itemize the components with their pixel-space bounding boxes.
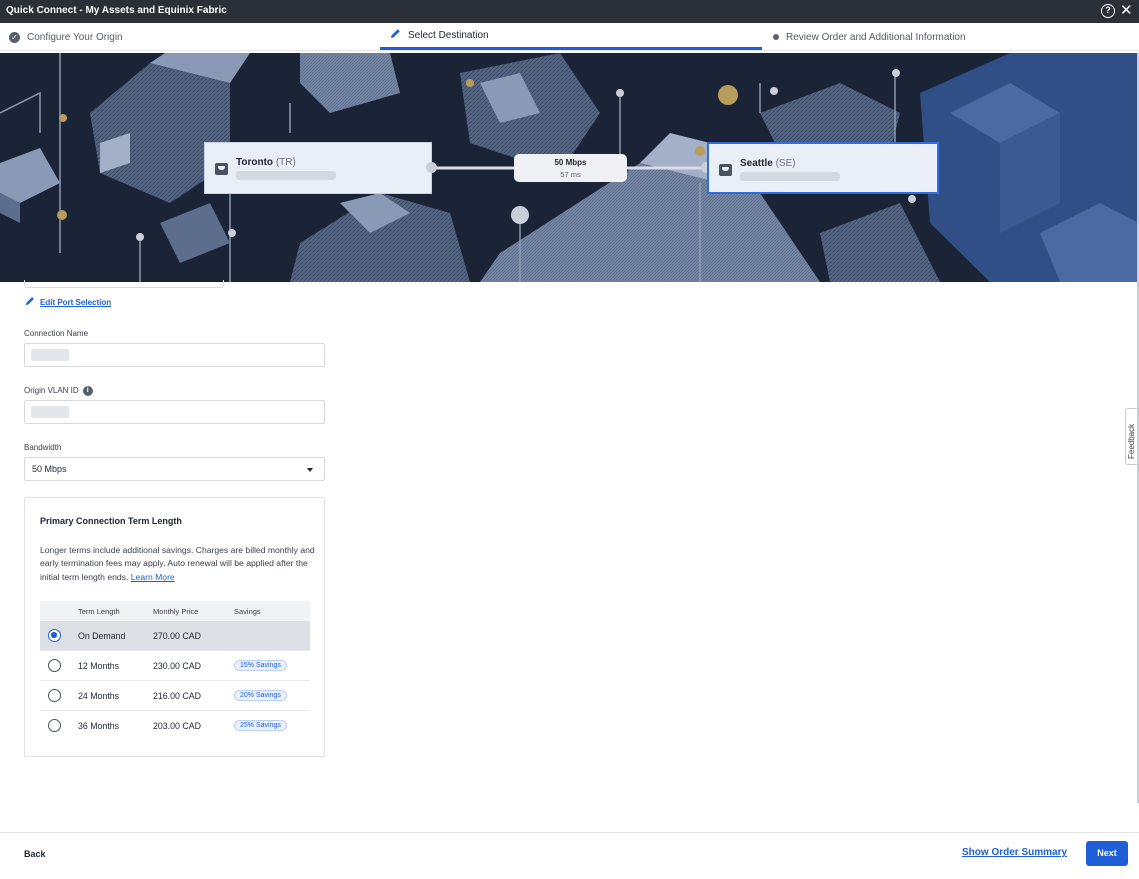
connection-name-input[interactable]	[24, 343, 325, 367]
redacted-value	[31, 349, 69, 361]
step-configure-origin[interactable]: ✓ Configure Your Origin	[9, 23, 123, 51]
redacted-value	[31, 406, 69, 418]
step-label: Review Order and Additional Information	[786, 31, 966, 43]
connection-name-label: Connection Name	[24, 329, 89, 338]
term-price: 230.00 CAD	[153, 661, 201, 671]
term-row-24-months[interactable]: 24 Months 216.00 CAD 20% Savings	[40, 681, 310, 711]
savings-badge: 20% Savings	[234, 690, 287, 701]
term-row-36-months[interactable]: 36 Months 203.00 CAD 25% Savings	[40, 711, 310, 741]
term-length-panel: Primary Connection Term Length Longer te…	[24, 497, 325, 757]
term-row-12-months[interactable]: 12 Months 230.00 CAD 15% Savings	[40, 651, 310, 681]
title-bar: Quick Connect - My Assets and Equinix Fa…	[0, 0, 1139, 23]
origin-location-card: Toronto (TR)	[204, 142, 432, 194]
learn-more-link[interactable]: Learn More	[131, 572, 175, 582]
check-circle-icon: ✓	[9, 31, 20, 43]
savings-badge: 25% Savings	[234, 720, 287, 731]
step-select-destination[interactable]: Select Destination	[380, 23, 762, 50]
term-radio[interactable]	[48, 719, 61, 732]
term-price: 216.00 CAD	[153, 691, 201, 701]
term-price: 270.00 CAD	[153, 631, 201, 641]
bandwidth-label: Bandwidth	[24, 443, 62, 452]
destination-detail-redacted	[740, 172, 840, 181]
window-title: Quick Connect - My Assets and Equinix Fa…	[6, 5, 227, 16]
back-button[interactable]: Back	[24, 849, 46, 859]
port-icon	[215, 163, 228, 175]
origin-detail-redacted	[236, 171, 336, 180]
term-description: Longer terms include additional savings.…	[40, 545, 315, 582]
origin-name: Toronto (TR)	[236, 157, 296, 168]
close-icon[interactable]: ✕	[1120, 2, 1133, 19]
pencil-icon	[390, 28, 401, 42]
info-icon[interactable]: i	[82, 386, 93, 396]
link-latency: 57 ms	[560, 170, 581, 179]
destination-location-card: Seattle (SE)	[707, 142, 939, 194]
destination-name: Seattle (SE)	[740, 158, 796, 169]
step-label: Select Destination	[408, 29, 489, 41]
term-title: Primary Connection Term Length	[40, 516, 182, 526]
term-row-on-demand[interactable]: On Demand 270.00 CAD	[40, 621, 310, 651]
term-length: 12 Months	[78, 661, 120, 671]
term-table: Term Length Monthly Price Savings On Dem…	[40, 601, 310, 741]
origin-vlan-label: Origin VLAN ID i	[24, 386, 93, 396]
col-monthly-price: Monthly Price	[153, 607, 199, 616]
bandwidth-value: 50 Mbps	[32, 464, 67, 474]
term-price: 203.00 CAD	[153, 721, 201, 731]
term-radio[interactable]	[48, 659, 61, 672]
footer-bar: Back Show Order Summary Next	[0, 832, 1139, 879]
pencil-icon	[25, 296, 35, 308]
origin-node-dot	[426, 162, 437, 173]
term-radio[interactable]	[48, 689, 61, 702]
edit-port-selection-link[interactable]: Edit Port Selection	[25, 296, 111, 308]
table-header: Term Length Monthly Price Savings	[40, 601, 310, 621]
next-button[interactable]: Next	[1086, 841, 1128, 866]
connection-banner: Toronto (TR) 50 Mbps 57 ms Seattle (SE)	[0, 53, 1139, 282]
step-review-order[interactable]: Review Order and Additional Information	[773, 23, 966, 51]
bandwidth-select[interactable]: 50 Mbps	[24, 457, 325, 481]
col-savings: Savings	[234, 607, 261, 616]
term-length: On Demand	[78, 631, 126, 641]
caret-down-icon	[307, 468, 313, 472]
stepper: ✓ Configure Your Origin Select Destinati…	[0, 23, 1139, 51]
term-length: 24 Months	[78, 691, 120, 701]
step-dot-icon	[773, 34, 779, 40]
term-length: 36 Months	[78, 721, 120, 731]
savings-badge: 15% Savings	[234, 660, 287, 671]
origin-vlan-input[interactable]	[24, 400, 325, 424]
link-bandwidth: 50 Mbps	[554, 158, 587, 167]
term-radio[interactable]	[48, 629, 61, 642]
port-icon	[719, 164, 732, 176]
link-summary: 50 Mbps 57 ms	[514, 154, 627, 182]
port-selection-field	[24, 280, 224, 288]
show-order-summary-link[interactable]: Show Order Summary	[962, 847, 1067, 858]
col-term-length: Term Length	[78, 607, 120, 616]
help-icon[interactable]: ?	[1101, 4, 1115, 18]
step-label: Configure Your Origin	[27, 31, 123, 43]
